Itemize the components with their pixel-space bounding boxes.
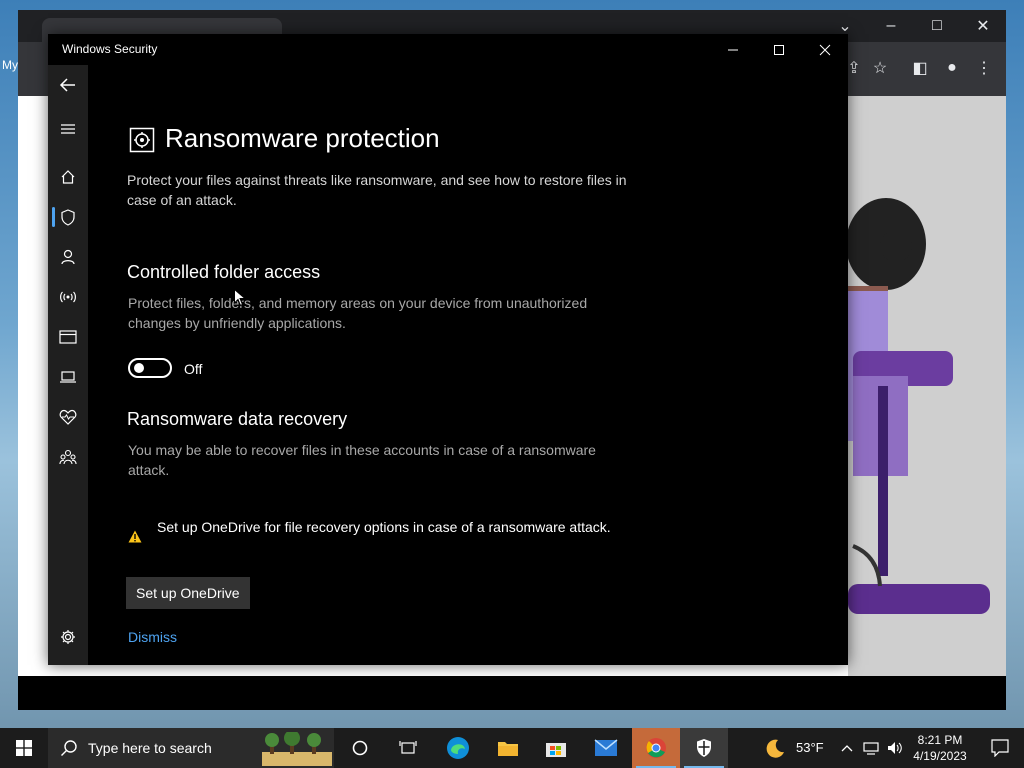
minimize-button[interactable] [710,34,756,65]
search-placeholder: Type here to search [88,740,212,756]
nav-settings[interactable] [48,617,88,657]
onedrive-warning-text: Set up OneDrive for file recovery option… [157,519,611,535]
dismiss-link[interactable]: Dismiss [128,629,177,645]
taskbar: Type here to search 53°F 8:21 PM 4/19/20… [0,728,1024,768]
data-recovery-description: You may be able to recover files in thes… [128,442,596,478]
ransomware-icon [129,127,155,153]
windows-logo-icon [16,740,32,756]
toggle-knob [134,363,144,373]
mail-icon [594,739,618,756]
notification-center-button[interactable] [976,728,1024,768]
windows-security-window: Windows Security Ransomware protection P… [48,34,848,665]
security-shield-icon [697,739,711,757]
heart-pulse-icon [59,409,77,425]
store-icon [546,743,566,757]
shield-icon [61,208,75,226]
cortana-button[interactable] [336,728,384,768]
start-button[interactable] [0,728,48,768]
home-icon [61,170,75,184]
network-button[interactable] [860,728,882,768]
controlled-folder-access-toggle[interactable] [128,358,172,378]
nav-firewall[interactable] [48,277,88,317]
back-arrow-icon [59,78,75,92]
file-explorer-button[interactable] [484,728,532,768]
app-browser-icon [59,330,77,344]
edge-button[interactable] [434,728,482,768]
bookmark-star-icon[interactable]: ☆ [866,54,894,82]
search-icon [61,740,77,756]
navigation-sidebar [48,65,88,665]
main-content: Ransomware protection Protect your files… [88,65,848,665]
menu-button[interactable] [48,109,88,149]
chrome-icon [646,738,666,758]
nav-device-performance[interactable] [48,397,88,437]
clock[interactable]: 8:21 PM 4/19/2023 [908,732,972,764]
store-button[interactable] [532,728,580,768]
task-view-icon [399,741,417,754]
volume-icon [888,742,902,754]
notification-icon [991,739,1009,757]
laptop-icon [60,371,76,383]
mail-button[interactable] [582,728,630,768]
nav-family-options[interactable] [48,437,88,477]
side-panel-icon[interactable]: ◧ [906,54,934,82]
setup-onedrive-button[interactable]: Set up OneDrive [126,577,250,609]
chevron-up-icon [841,745,853,752]
close-icon[interactable]: ✕ [960,10,1006,42]
maximize-icon[interactable]: □ [914,10,960,42]
page-title: Ransomware protection [165,123,440,153]
more-menu-icon[interactable]: ⋮ [970,54,998,82]
selection-indicator [52,207,55,227]
warning-icon [128,530,142,543]
family-icon [59,449,77,465]
clock-date: 4/19/2023 [913,749,967,763]
task-view-button[interactable] [384,728,432,768]
minimize-icon [728,49,738,50]
clock-time: 8:21 PM [917,733,963,747]
weather-temperature[interactable]: 53°F [796,740,824,755]
close-icon [819,44,831,55]
show-hidden-icons-button[interactable] [838,728,856,768]
hamburger-menu-icon [61,124,75,134]
window-titlebar: Windows Security [48,34,848,65]
person-icon [61,249,75,265]
search-highlight-image [262,732,332,766]
window-title: Windows Security [62,42,158,56]
volume-button[interactable] [884,728,906,768]
maximize-icon [774,44,784,55]
close-button[interactable] [802,34,848,65]
nav-account-protection[interactable] [48,237,88,277]
search-box[interactable]: Type here to search [48,728,334,768]
nav-home[interactable] [48,157,88,197]
nav-virus-protection[interactable] [48,197,88,237]
network-icon [863,742,879,755]
data-recovery-heading: Ransomware data recovery [127,409,348,429]
nav-device-security[interactable] [48,357,88,397]
back-button[interactable] [48,65,88,105]
profile-icon[interactable]: ● [938,54,966,82]
cortana-circle-icon [352,740,368,756]
mouse-cursor-icon [234,289,246,307]
desktop-label: My [2,58,18,72]
page-description: Protect your files against threats like … [127,172,627,208]
chrome-button[interactable] [632,728,680,768]
folder-icon [498,742,518,756]
minimize-icon[interactable]: – [868,10,914,42]
controlled-folder-access-heading: Controlled folder access [127,262,321,282]
nav-app-browser-control[interactable] [48,317,88,357]
windows-security-button[interactable] [680,728,728,768]
web-footer [18,676,1006,710]
edge-icon [447,737,469,759]
gear-icon [61,630,75,644]
moon-weather-icon [766,739,784,758]
controlled-folder-access-description: Protect files, folders, and memory areas… [128,295,588,331]
wifi-antenna-icon [60,291,76,303]
maximize-button[interactable] [756,34,802,65]
toggle-state-label: Off [184,361,203,377]
